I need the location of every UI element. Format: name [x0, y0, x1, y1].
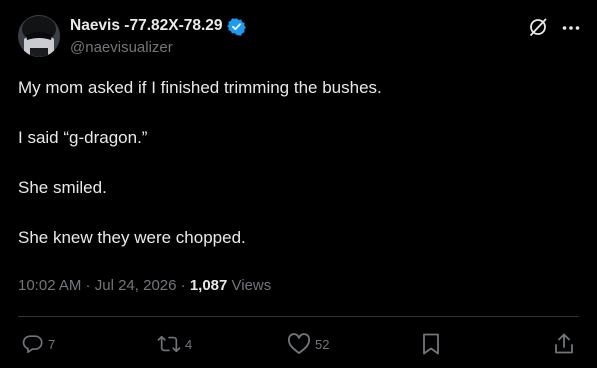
reply-button[interactable]: 7 — [22, 330, 55, 358]
tweet-date[interactable]: Jul 24, 2026 — [95, 277, 177, 294]
action-bar: 7 4 52 — [0, 330, 597, 358]
heart-icon — [287, 333, 311, 355]
author-name-row: Naevis -77.82X-78.29 — [70, 16, 246, 36]
reply-count: 7 — [48, 336, 56, 352]
share-icon — [553, 332, 575, 356]
views-label: Views — [227, 277, 272, 294]
tweet-line: She knew they were chopped. — [18, 228, 246, 247]
meta-separator: · — [176, 277, 190, 294]
verified-badge-icon — [226, 17, 246, 36]
bookmark-icon — [421, 332, 441, 356]
tweet-line: I said “g-dragon.” — [18, 128, 148, 147]
like-button[interactable]: 52 — [287, 330, 329, 358]
tweet-text: My mom asked if I finished trimming the … — [18, 78, 578, 278]
meta-separator: · — [81, 277, 95, 294]
more-icon[interactable] — [561, 18, 581, 38]
like-count: 52 — [315, 336, 330, 352]
tweet-line: She smiled. — [18, 178, 107, 197]
retweet-icon — [157, 333, 181, 355]
divider — [18, 316, 579, 317]
bookmark-button[interactable] — [421, 330, 441, 358]
author-display-name[interactable]: Naevis -77.82X-78.29 — [70, 17, 223, 35]
author-handle[interactable]: @naevisualizer — [70, 39, 173, 56]
tweet-line: My mom asked if I finished trimming the … — [18, 78, 382, 97]
retweet-count: 4 — [185, 336, 193, 352]
retweet-button[interactable]: 4 — [157, 330, 192, 358]
tweet-time[interactable]: 10:02 AM — [18, 277, 81, 294]
tweet-meta: 10:02 AM · Jul 24, 2026 · 1,087 Views — [18, 277, 271, 294]
share-button[interactable] — [553, 330, 575, 358]
tweet-detail: Naevis -77.82X-78.29 @naevisualizer My m… — [0, 0, 597, 368]
avatar[interactable] — [18, 15, 60, 57]
grok-icon[interactable] — [528, 17, 548, 37]
views-count: 1,087 — [189, 277, 228, 294]
reply-icon — [22, 333, 44, 355]
